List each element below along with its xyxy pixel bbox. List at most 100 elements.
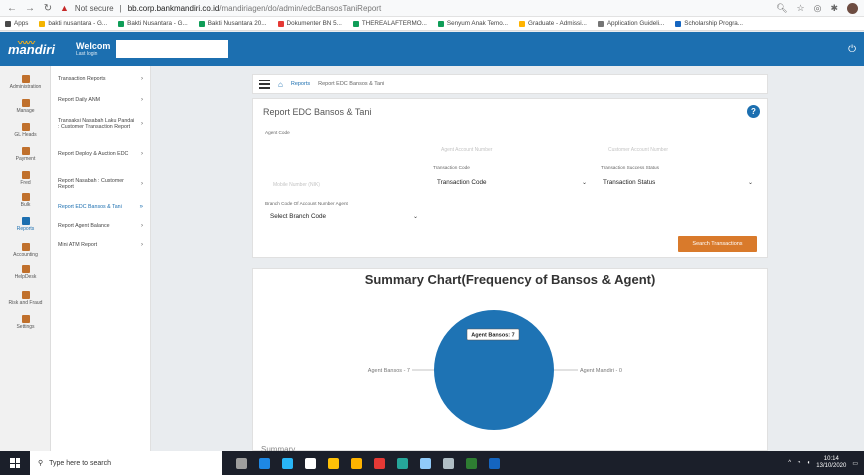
bookmark-item[interactable]: Bakti Nusantara - G...: [118, 20, 188, 27]
submenu-item[interactable]: Mini ATM Report ›: [51, 242, 151, 248]
bookmark-icon: [198, 20, 205, 27]
taskbar-app-icon[interactable]: [443, 457, 454, 469]
sidebar-item-reports[interactable]: Reports: [0, 217, 51, 243]
welcome-block: Welcom Last login: [76, 41, 110, 57]
sidebar-item-settings[interactable]: Settings: [0, 315, 51, 341]
submenu-item-label: Report EDC Bansos & Tani: [58, 204, 122, 210]
bookmark-label: Dokumenter BN 5...: [286, 20, 342, 27]
bookmark-item[interactable]: Bakti Nusantara 20...: [198, 20, 267, 27]
clock[interactable]: 10:14 13/10/2020: [816, 456, 846, 470]
bookmark-icon: [277, 20, 284, 27]
taskbar-app-icon[interactable]: [397, 457, 408, 469]
bookmark-item[interactable]: Graduate - Admissi...: [519, 20, 587, 27]
bookmark-label: Graduate - Admissi...: [528, 20, 587, 27]
sidebar-item-administration[interactable]: Administration: [0, 75, 51, 101]
zoom-icon[interactable]: 🔍︎: [776, 3, 787, 14]
agent-code-label: Agent Code: [265, 130, 290, 135]
branch-code-select[interactable]: Select Branch Code ⌄: [270, 213, 418, 220]
notification-icon[interactable]: ▭: [852, 460, 858, 467]
clock-time: 10:14: [823, 456, 839, 462]
sidebar-administration-icon: [21, 75, 30, 83]
help-icon[interactable]: ?: [747, 105, 760, 118]
sidebar-item-label: Reports: [16, 226, 35, 232]
home-icon[interactable]: ⌂: [278, 80, 283, 89]
taskbar-app-icon[interactable]: [351, 457, 362, 469]
bookmark-item[interactable]: bakti nusantara - G...: [39, 20, 107, 27]
sidebar-item-gl-heads[interactable]: GL Heads: [0, 123, 51, 149]
address-bar[interactable]: bb.corp.bankmandiri.co.id/mandiriagen/do…: [128, 4, 381, 13]
mandiri-logo[interactable]: 〰〰 mandiri: [8, 38, 55, 57]
submenu-item[interactable]: Report Nasabah : Customer Report ›: [51, 178, 151, 190]
submenu-item[interactable]: Report Agent Balance ›: [51, 223, 151, 229]
pie-slice-agent-bansos[interactable]: [434, 310, 554, 430]
taskbar-app-icon[interactable]: [489, 457, 500, 469]
app-header: 〰〰 mandiri Welcom Last login ⏻: [0, 32, 864, 66]
bookmark-item[interactable]: THEREALAFTERMO...: [352, 20, 427, 27]
power-icon[interactable]: ⏻: [848, 44, 856, 55]
clock-date: 13/10/2020: [816, 463, 847, 469]
bookmark-item[interactable]: Scholarship Progra...: [675, 20, 743, 27]
taskbar-search-placeholder: Type here to search: [49, 459, 112, 467]
sidebar-item-label: Payment: [15, 156, 36, 162]
submenu-item[interactable]: Report Deploy & Auction EDC ›: [51, 151, 151, 157]
taskbar-app-icon[interactable]: [305, 457, 316, 469]
url-path: /mandiriagen/do/admin/edcBansosTaniRepor…: [219, 3, 382, 13]
customer-account-input[interactable]: Customer Account Number: [608, 147, 668, 153]
taskbar-app-icon[interactable]: [259, 457, 270, 469]
sidebar-item-payment[interactable]: Payment: [0, 147, 51, 173]
submenu-item[interactable]: Transaksi Nasabah Laku Pandai : Customer…: [51, 118, 151, 130]
submenu-item[interactable]: Report EDC Bansos & Tani »: [51, 204, 151, 210]
chevron-right-icon: ›: [141, 97, 143, 103]
bookmark-label: Apps: [14, 20, 29, 27]
forward-icon[interactable]: →: [24, 3, 36, 14]
taskbar-search[interactable]: ⚲ Type here to search: [30, 451, 222, 475]
sidebar-item-label: Risk and Fraud: [8, 300, 43, 306]
star-icon[interactable]: ☆: [797, 3, 805, 14]
sidebar-item-helpdesk[interactable]: HelpDesk: [0, 265, 51, 291]
last-login-text: Last login: [76, 51, 98, 57]
taskbar-app-icon[interactable]: [236, 457, 247, 469]
submenu-item-label: Mini ATM Report: [58, 242, 98, 248]
taskbar-app-icon[interactable]: [374, 457, 385, 469]
transaction-code-select[interactable]: Transaction Code ⌄: [437, 179, 587, 186]
reload-icon[interactable]: ↻: [42, 3, 54, 14]
volume-icon[interactable]: ◖: [807, 460, 811, 466]
sidebar-item-label: Settings: [16, 324, 35, 330]
redacted-username: [116, 40, 229, 58]
taskbar-app-icon[interactable]: [466, 457, 477, 469]
sidebar-item-risk-and-fraud[interactable]: Risk and Fraud: [0, 291, 51, 317]
transaction-code-value: Transaction Code: [437, 179, 487, 186]
back-icon[interactable]: ←: [6, 3, 18, 14]
taskbar-app-icon[interactable]: [420, 457, 431, 469]
bookmark-item[interactable]: Dokumenter BN 5...: [277, 20, 342, 27]
bookmark-item[interactable]: Senyum Anak Temo...: [437, 20, 509, 27]
start-button[interactable]: [0, 451, 30, 475]
bookmark-label: Senyum Anak Temo...: [446, 20, 509, 27]
network-icon[interactable]: ◔: [797, 460, 801, 466]
apps-bookmark[interactable]: Apps: [5, 20, 28, 27]
submenu-item[interactable]: Transaction Reports ›: [51, 76, 151, 82]
taskbar-app-icon[interactable]: [282, 457, 293, 469]
not-secure-label[interactable]: Not secure: [75, 4, 114, 13]
taskbar-app-icon[interactable]: [328, 457, 339, 469]
bookmark-item[interactable]: Application Guideli...: [597, 20, 664, 27]
chevron-down-icon: ⌄: [747, 180, 753, 186]
chart-title: Summary Chart(Frequency of Bansos & Agen…: [364, 272, 656, 287]
submenu-item[interactable]: Report Daily ANM ›: [51, 97, 151, 103]
chevron-right-icon: ›: [141, 121, 143, 127]
camera-icon[interactable]: ◎: [814, 3, 822, 14]
search-transactions-button[interactable]: Search Transactions: [678, 236, 757, 252]
sidebar-item-manage[interactable]: Manage: [0, 99, 51, 125]
mobile-number-input[interactable]: Mobile Number (NIK): [273, 182, 320, 188]
sidebar-helpdesk-icon: [21, 265, 30, 273]
chevron-up-icon[interactable]: ^: [788, 460, 791, 466]
warning-icon[interactable]: ▲: [60, 3, 69, 13]
transaction-status-select[interactable]: Transaction Status ⌄: [603, 179, 753, 186]
profile-avatar[interactable]: [847, 2, 858, 14]
extension-icon[interactable]: ✱: [830, 3, 838, 14]
sidebar-item-bulk[interactable]: Bulk: [0, 193, 51, 219]
search-icon: ⚲: [38, 460, 44, 467]
breadcrumb-reports[interactable]: Reports: [291, 81, 310, 87]
agent-account-input[interactable]: Agent Account Number: [441, 147, 492, 153]
menu-toggle-icon[interactable]: [259, 79, 270, 89]
